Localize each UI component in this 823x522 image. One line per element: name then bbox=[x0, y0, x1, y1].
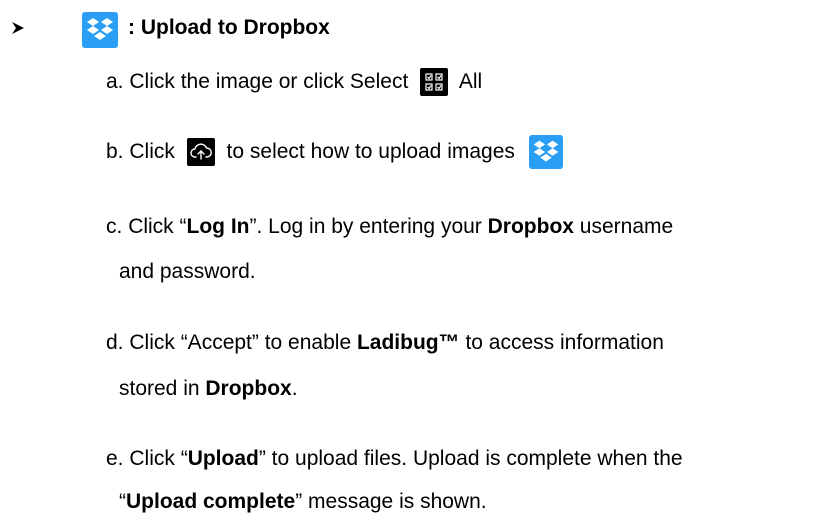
step-text: “ bbox=[119, 490, 126, 513]
step-text: ” to upload files. Upload is complete wh… bbox=[258, 447, 683, 470]
step-text: . bbox=[291, 377, 298, 400]
step-text: ”. Log in by entering your bbox=[249, 215, 488, 238]
step-marker: b. bbox=[106, 140, 124, 163]
step-bold-text: Dropbox bbox=[205, 377, 292, 400]
step-text: to access information bbox=[459, 331, 664, 354]
step-marker: e. bbox=[106, 447, 124, 470]
step-bold-text: Dropbox bbox=[487, 215, 574, 238]
step-text: Click the image or click Select bbox=[129, 70, 409, 93]
step-bold-text: Ladibug™ bbox=[356, 331, 460, 354]
step-c-line2: and password. bbox=[119, 252, 256, 292]
step-text: username bbox=[573, 215, 674, 238]
step-e-line2: “Upload complete” message is shown. bbox=[119, 482, 487, 522]
step-bold-text: Upload complete bbox=[126, 490, 296, 513]
step-d-line2: stored in Dropbox. bbox=[119, 369, 298, 409]
section-title: : Upload to Dropbox bbox=[128, 16, 330, 39]
step-text: Click “Accept” to enable bbox=[129, 331, 357, 354]
step-text: ” message is shown. bbox=[295, 490, 487, 513]
step-text: stored in bbox=[119, 377, 206, 400]
step-marker: a. bbox=[106, 70, 124, 93]
step-marker: c. bbox=[106, 215, 123, 238]
step-bold-text: Upload bbox=[187, 447, 259, 470]
step-marker: d. bbox=[106, 331, 124, 354]
step-text: Click “ bbox=[129, 447, 188, 470]
dropbox-icon bbox=[82, 12, 118, 48]
step-b: b. Click to select how to upload images bbox=[106, 132, 563, 172]
dropbox-icon bbox=[528, 135, 563, 170]
step-d: d. Click “Accept” to enable Ladibug™ to … bbox=[106, 323, 664, 363]
step-text: and password. bbox=[119, 260, 256, 283]
arrow-bullet-icon bbox=[12, 22, 24, 34]
step-bold-text: Log In bbox=[186, 215, 250, 238]
step-text: All bbox=[458, 70, 483, 93]
step-text: Click bbox=[129, 140, 175, 163]
step-text: to select how to upload images bbox=[226, 140, 515, 163]
step-text: Click “ bbox=[128, 215, 187, 238]
select-all-icon bbox=[420, 68, 449, 97]
cloud-upload-icon bbox=[186, 138, 215, 167]
step-a: a. Click the image or click Select All bbox=[106, 62, 482, 102]
step-e: e. Click “Upload” to upload files. Uploa… bbox=[106, 439, 683, 479]
step-c: c. Click “Log In”. Log in by entering yo… bbox=[106, 207, 673, 247]
